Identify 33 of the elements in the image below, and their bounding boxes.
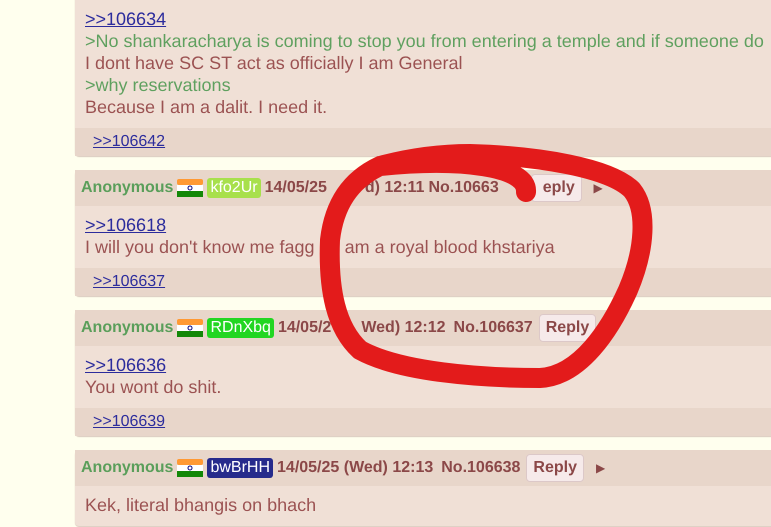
backlink[interactable]: >>106642 xyxy=(93,132,166,152)
poster-name: Anonymous xyxy=(81,319,174,337)
post-text: I will you don't know me fagg xyxy=(85,236,315,258)
post-text: You wont do shit. xyxy=(85,376,222,398)
post-number[interactable]: No.10663 xyxy=(428,179,499,197)
quote-link[interactable]: >>106636 xyxy=(85,354,166,376)
reply-button[interactable]: Reply xyxy=(538,314,596,342)
post-number[interactable]: No.106637 xyxy=(454,319,533,337)
post-date: 14/05/2 xyxy=(278,319,332,337)
greentext-line: >No shankaracharya is coming to stop you from entering a temple and if someone do xyxy=(85,30,764,52)
poster-name: Anonymous xyxy=(81,179,174,197)
backlink[interactable]: >>106637 xyxy=(93,272,166,292)
post-number[interactable]: No.106638 xyxy=(441,459,520,477)
reply-button[interactable]: Reply xyxy=(526,454,584,482)
post-date: 14/05/25 xyxy=(264,179,327,197)
quote-link[interactable]: >>106618 xyxy=(85,214,166,236)
poster-name: Anonymous xyxy=(81,459,174,477)
flag-icon xyxy=(177,179,204,197)
backlink[interactable]: >>106639 xyxy=(93,412,166,432)
menu-arrow[interactable]: ▶ xyxy=(594,181,603,195)
menu-arrow[interactable]: ▶ xyxy=(596,461,605,475)
post-text: I dont have SC ST act as officially I am General xyxy=(85,52,463,74)
flag-icon xyxy=(177,319,204,337)
post-date: 14/05/25 (Wed) 12:13 xyxy=(277,459,434,477)
post-text: Kek, literal bhangis on bhach xyxy=(85,494,316,516)
quote-link[interactable]: >>106634 xyxy=(85,8,166,30)
post-text: am a royal blood khstariya xyxy=(344,236,555,258)
greentext-line: >why reservations xyxy=(85,74,231,96)
post-text: Because I am a dalit. I need it. xyxy=(85,96,328,118)
reply-button[interactable]: eply xyxy=(530,174,582,202)
flag-icon xyxy=(177,459,204,477)
poster-id[interactable]: bwBrHH xyxy=(207,458,274,478)
post-date: Wed) 12:12 xyxy=(361,319,446,337)
